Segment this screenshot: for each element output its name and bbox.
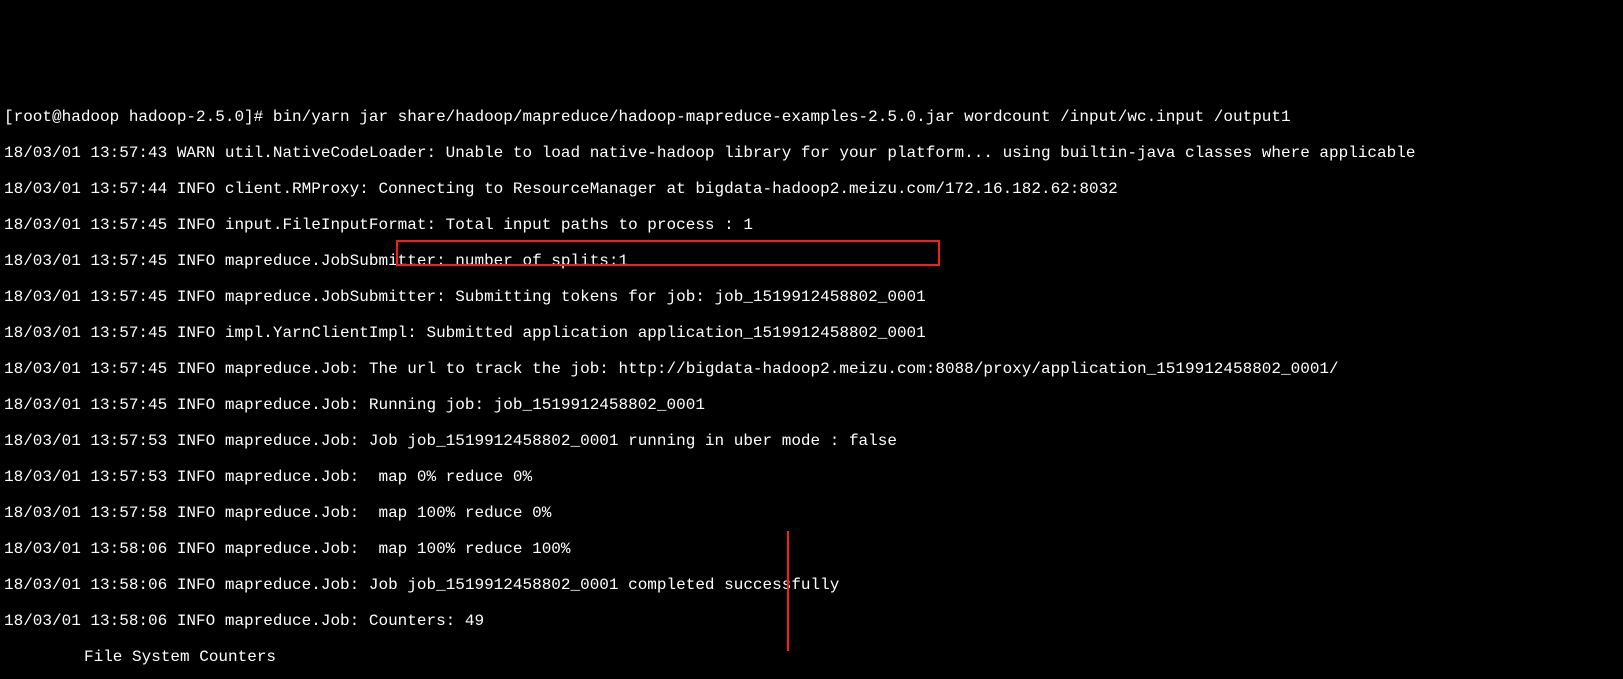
log-line: 18/03/01 13:57:45 INFO mapreduce.Job: Ru… [4,396,1619,414]
log-line: 18/03/01 13:57:58 INFO mapreduce.Job: ma… [4,504,1619,522]
log-line: 18/03/01 13:58:06 INFO mapreduce.Job: ma… [4,540,1619,558]
log-line: 18/03/01 13:57:45 INFO mapreduce.JobSubm… [4,252,1619,270]
counters-group-header: File System Counters [4,648,1619,666]
log-line: 18/03/01 13:58:06 INFO mapreduce.Job: Co… [4,612,1619,630]
log-line: 18/03/01 13:57:53 INFO mapreduce.Job: ma… [4,468,1619,486]
log-line: 18/03/01 13:57:43 WARN util.NativeCodeLo… [4,144,1619,162]
log-line: 18/03/01 13:57:45 INFO impl.YarnClientIm… [4,324,1619,342]
log-line: 18/03/01 13:57:44 INFO client.RMProxy: C… [4,180,1619,198]
log-line: 18/03/01 13:57:53 INFO mapreduce.Job: Jo… [4,432,1619,450]
shell-prompt-line: [root@hadoop hadoop-2.5.0]# bin/yarn jar… [4,108,1619,126]
log-line: 18/03/01 13:57:45 INFO input.FileInputFo… [4,216,1619,234]
log-line: 18/03/01 13:57:45 INFO mapreduce.JobSubm… [4,288,1619,306]
log-line-job-completed: 18/03/01 13:58:06 INFO mapreduce.Job: Jo… [4,576,1619,594]
terminal-output: [root@hadoop hadoop-2.5.0]# bin/yarn jar… [0,90,1623,679]
log-line: 18/03/01 13:57:45 INFO mapreduce.Job: Th… [4,360,1619,378]
